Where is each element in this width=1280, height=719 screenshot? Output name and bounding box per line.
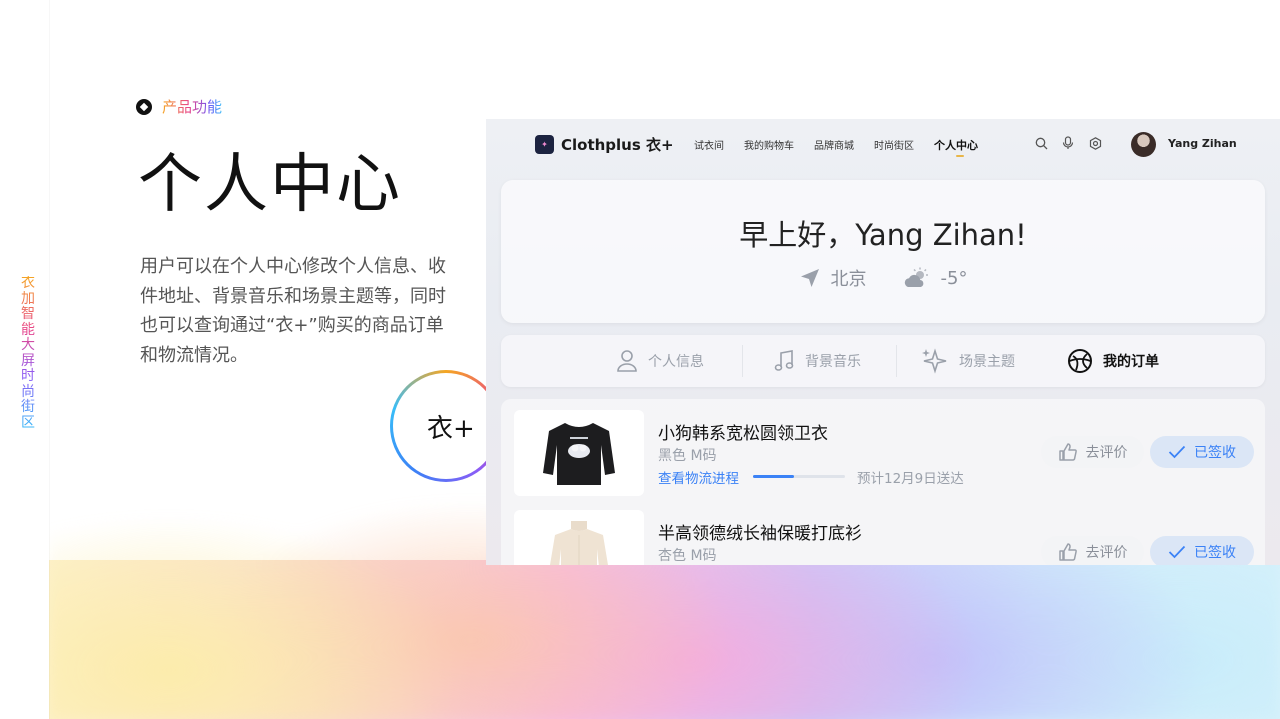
nav-cart[interactable]: 我的购物车	[744, 137, 794, 153]
user-name[interactable]: Yang Zihan	[1168, 137, 1237, 150]
order-item[interactable]: 半高领德绒长袖保暖打底衫 杏色 M码 去评价 已签收	[501, 510, 1265, 565]
main-nav: 试衣间 我的购物车 品牌商城 时尚街区 个人中心	[694, 137, 978, 157]
product-name: 小狗韩系宽松圆领卫衣	[658, 424, 828, 444]
greeting-card: 早上好，Yang Zihan! 北京 -5°	[501, 180, 1265, 323]
tab-label: 个人信息	[648, 354, 704, 370]
diamond-bullet-icon	[136, 98, 152, 115]
user-avatar[interactable]	[1131, 132, 1156, 157]
check-icon	[1168, 545, 1186, 559]
microphone-icon[interactable]	[1061, 136, 1075, 150]
greeting-title: 早上好，Yang Zihan!	[739, 218, 1027, 252]
partly-cloudy-icon	[904, 267, 928, 287]
tab-label: 我的订单	[1103, 354, 1159, 370]
temperature: -5°	[940, 267, 968, 289]
settings-icon[interactable]	[1088, 136, 1102, 150]
thumbs-up-icon	[1058, 543, 1077, 561]
review-button[interactable]: 去评价	[1041, 436, 1144, 468]
tab-my-orders[interactable]: 我的订单	[1067, 335, 1159, 387]
product-image[interactable]	[514, 410, 644, 496]
review-label: 去评价	[1085, 445, 1128, 461]
sparkle-icon	[922, 348, 947, 374]
delivery-eta: 预计12月9日送达	[857, 471, 964, 487]
check-icon	[1168, 445, 1186, 459]
page-title: 个人中心	[138, 148, 402, 222]
orders-icon	[1068, 349, 1092, 373]
greeting-meta: 北京 -5°	[501, 265, 1265, 291]
product-image[interactable]	[514, 510, 644, 565]
user-icon	[617, 350, 637, 372]
review-label: 去评价	[1085, 545, 1128, 561]
nav-fashion-street[interactable]: 时尚街区	[874, 137, 914, 153]
nav-brand-mall[interactable]: 品牌商城	[814, 137, 854, 153]
search-icon[interactable]	[1034, 136, 1048, 150]
tab-divider	[896, 345, 897, 377]
location-label: 北京	[830, 269, 867, 290]
topbar-icons	[1034, 136, 1102, 150]
orders-list: 小狗韩系宽松圆领卫衣 黑色 M码 查看物流进程 预计12月9日送达 去评价 已签…	[501, 399, 1265, 565]
slide-stage: 产品功能 个人中心 用户可以在个人中心修改个人信息、收件地址、背景音乐和场景主题…	[49, 0, 1280, 719]
order-item[interactable]: 小狗韩系宽松圆领卫衣 黑色 M码 查看物流进程 预计12月9日送达 去评价 已签…	[501, 410, 1265, 500]
nav-personal-center[interactable]: 个人中心	[934, 137, 978, 157]
shipment-progress	[753, 475, 845, 478]
section-kicker: 产品功能	[136, 96, 222, 117]
product-variant: 黑色 M码	[658, 448, 717, 464]
clothplus-logo-icon[interactable]: ✦	[535, 135, 554, 154]
location-arrow-icon	[800, 269, 819, 287]
signed-label: 已签收	[1194, 445, 1236, 461]
feature-description: 用户可以在个人中心修改个人信息、收件地址、背景音乐和场景主题等，同时也可以查询通…	[140, 256, 446, 366]
sweatshirt-image	[543, 423, 615, 485]
tab-label: 场景主题	[959, 354, 1015, 370]
side-vertical-title: 衣加智能大屏时尚街区	[21, 275, 35, 431]
product-name: 半高领德绒长袖保暖打底衫	[658, 524, 862, 544]
tab-label: 背景音乐	[805, 354, 861, 370]
app-name: Clothplus 衣+	[561, 136, 674, 154]
tab-personal-info[interactable]: 个人信息	[616, 335, 704, 387]
tab-background-music[interactable]: 背景音乐	[773, 335, 861, 387]
signed-button[interactable]: 已签收	[1150, 536, 1254, 565]
profile-tabs: 个人信息 背景音乐 场景主题 我的订单	[501, 335, 1265, 387]
signed-label: 已签收	[1194, 545, 1236, 561]
track-shipment-link[interactable]: 查看物流进程	[658, 467, 739, 487]
review-button[interactable]: 去评价	[1041, 536, 1144, 565]
signed-button[interactable]: 已签收	[1150, 436, 1254, 468]
app-topbar: ✦ Clothplus 衣+ 试衣间 我的购物车 品牌商城 时尚街区 个人中心	[486, 119, 1280, 171]
turtleneck-image	[550, 521, 608, 565]
weather: -5°	[903, 265, 968, 291]
nav-fitting-room[interactable]: 试衣间	[694, 137, 724, 153]
thumbs-up-icon	[1058, 443, 1077, 461]
location: 北京	[799, 265, 867, 291]
tab-scene-theme[interactable]: 场景主题	[921, 335, 1015, 387]
kicker-label: 产品功能	[162, 98, 223, 116]
tab-divider	[742, 345, 743, 377]
brand-badge-label: 衣+	[427, 413, 475, 444]
shipment-progress-fill	[753, 475, 795, 478]
side-strip: 衣加智能大屏时尚街区	[0, 0, 49, 719]
music-icon	[774, 350, 794, 371]
product-variant: 杏色 M码	[658, 548, 717, 564]
app-screenshot: ✦ Clothplus 衣+ 试衣间 我的购物车 品牌商城 时尚街区 个人中心	[486, 119, 1280, 565]
